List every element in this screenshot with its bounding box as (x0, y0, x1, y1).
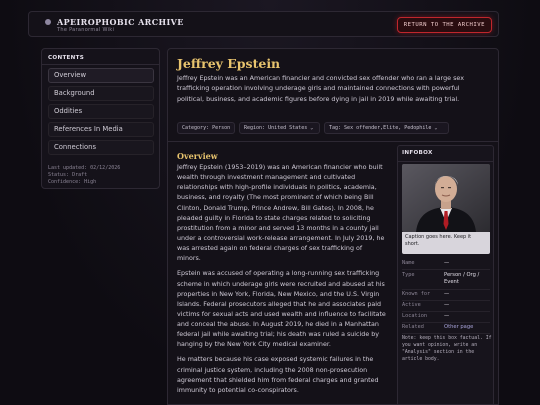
page: APEIROPHOBIC ARCHIVE The Paranormal Wiki… (0, 0, 540, 405)
infobox-divider (402, 289, 490, 290)
page-title: Jeffrey Epstein (177, 56, 281, 71)
sidebar-item-oddities[interactable]: Oddities (48, 104, 154, 119)
site-header: APEIROPHOBIC ARCHIVE The Paranormal Wiki… (28, 11, 499, 37)
site-title[interactable]: APEIROPHOBIC ARCHIVE (57, 17, 184, 27)
sidebar-item-connections[interactable]: Connections (48, 140, 154, 155)
article-panel: Jeffrey Epstein Jeffrey Epstein was an A… (167, 48, 499, 405)
sidebar-item-overview[interactable]: Overview (48, 68, 154, 83)
brand-dot-icon (45, 19, 51, 25)
page-meta: Last updated: 02/12/2026 Status: Draft C… (48, 165, 120, 186)
infobox-key: Active (402, 302, 421, 308)
infobox-note: Note: keep this box factual. If you want… (402, 336, 492, 362)
article-divider (168, 141, 498, 142)
portrait-image-icon (402, 164, 490, 232)
infobox-value: — (444, 260, 450, 266)
paragraph: Jeffrey Epstein (1953–2019) was an Ameri… (177, 164, 385, 263)
article-body: Jeffrey Epstein (1953–2019) was an Ameri… (177, 163, 387, 401)
infobox-value: — (444, 291, 450, 297)
sidebar-title: CONTENTS (48, 55, 85, 61)
infobox-value: — (444, 313, 450, 319)
site-subtitle: The Paranormal Wiki (57, 27, 115, 33)
infobox-title: INFOBOX (398, 150, 493, 162)
last-updated: Last updated: 02/12/2026 (48, 165, 121, 171)
infobox-divider (402, 311, 490, 312)
confidence: Confidence: High (48, 179, 97, 185)
section-title-overview: Overview (177, 151, 218, 161)
infobox-key: Type (402, 272, 415, 278)
sidebar-item-references-in-media[interactable]: References In Media (48, 122, 154, 137)
infobox-key: Related (402, 324, 424, 330)
infobox-key: Name (402, 260, 415, 266)
status: Status: Draft (48, 172, 88, 178)
subject-photo[interactable] (402, 164, 490, 232)
infobox-divider (402, 333, 490, 334)
category-tag[interactable]: Category: Person (177, 122, 235, 134)
sidebar-divider (42, 64, 159, 65)
infobox-value: Person / Org / Event (444, 272, 480, 285)
paragraph: He matters because his case exposed syst… (177, 356, 379, 394)
photo-caption: Caption goes here. Keep it short. (402, 232, 490, 254)
article-lead: Jeffrey Epstein was an American financie… (177, 74, 465, 103)
infobox-divider (402, 269, 490, 270)
sidebar-item-background[interactable]: Background (48, 86, 154, 101)
infobox-value: — (444, 302, 450, 308)
contents-sidebar: CONTENTS Overview Background Oddities Re… (41, 48, 160, 189)
related-page-link[interactable]: Other page (444, 324, 490, 331)
paragraph: Epstein was accused of operating a long-… (177, 270, 386, 349)
infobox-divider (402, 322, 490, 323)
infobox-divider (402, 300, 490, 301)
region-tag[interactable]: Region: United States ⌄ (239, 122, 320, 134)
topic-tags[interactable]: Tag: Sex offender,Elite, Pedophile ⌄ (324, 122, 449, 134)
infobox: INFOBOX Caption goes here. Keep it short… (397, 145, 494, 404)
return-to-archive-button[interactable]: RETURN TO THE ARCHIVE (396, 17, 492, 33)
infobox-key: Known for (402, 291, 431, 297)
infobox-key: Location (402, 313, 427, 319)
